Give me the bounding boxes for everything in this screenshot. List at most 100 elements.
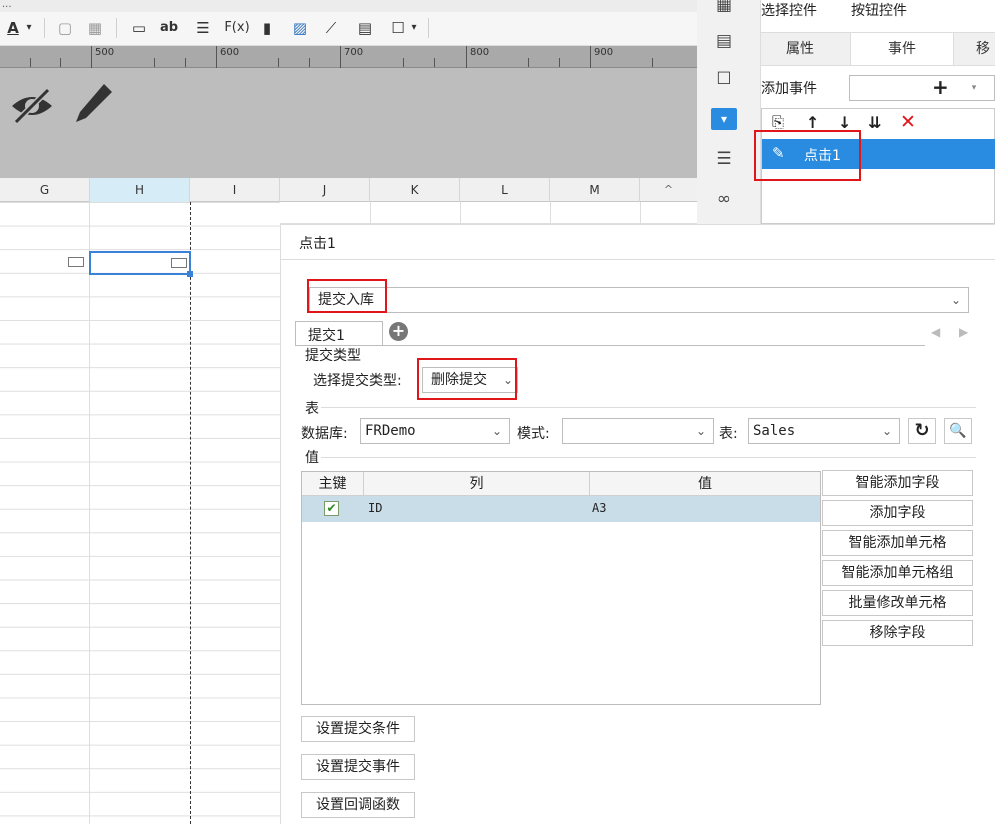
- chevron-down-icon[interactable]: ⌄: [875, 419, 899, 443]
- column-header-g[interactable]: G: [0, 178, 90, 202]
- remove-field-button[interactable]: 移除字段: [822, 620, 973, 646]
- ruler-minor-tick: [154, 58, 155, 67]
- table-row[interactable]: ✔ ID A3: [302, 496, 820, 522]
- tab-prev-icon[interactable]: ◀: [931, 325, 940, 339]
- ruler-minor-tick: [309, 58, 310, 67]
- column-header-h[interactable]: H: [90, 178, 190, 202]
- preview-icon[interactable]: 🔍: [944, 418, 972, 444]
- tab-submit-1[interactable]: 提交1: [295, 321, 383, 345]
- column-header-j[interactable]: J: [280, 178, 370, 202]
- slash-icon[interactable]: ⟋: [320, 17, 342, 39]
- fill-handle[interactable]: [187, 271, 193, 277]
- ruler-label: 900: [594, 47, 614, 58]
- button-widget-icon[interactable]: [68, 257, 84, 267]
- action-type-select[interactable]: 提交入库 ⌄: [309, 287, 969, 313]
- text-field-icon[interactable]: ▭: [126, 17, 152, 39]
- toolbar-separator: [116, 18, 117, 38]
- list-icon[interactable]: ☰: [711, 148, 737, 170]
- delete-icon[interactable]: ✕: [900, 111, 916, 133]
- chart-icon[interactable]: ▮: [256, 17, 278, 39]
- border-icon[interactable]: ☐: [386, 17, 410, 39]
- spreadsheet-grid[interactable]: [0, 202, 280, 824]
- ruler-minor-tick: [185, 58, 186, 67]
- ruler-minor-tick: [434, 58, 435, 67]
- ruler-major-tick: [466, 46, 467, 68]
- grid-line: [370, 202, 371, 224]
- format-toolbar: ... A ▾ ▢ ▦ ▭ ab ☰ F(x) ▮ ▨ ⟋ ▤ ☐ ▾: [0, 0, 697, 46]
- split-cells-icon[interactable]: ▦: [84, 17, 106, 39]
- table-icon[interactable]: ▦: [711, 0, 737, 16]
- set-callback-button[interactable]: 设置回调函数: [301, 792, 415, 818]
- font-color-button[interactable]: A: [2, 17, 24, 39]
- batch-edit-cells-button[interactable]: 批量修改单元格: [822, 590, 973, 616]
- ruler: 500 600 700 800 900: [0, 46, 697, 68]
- add-event-button[interactable]: +: [932, 76, 949, 98]
- highlight-box: [754, 130, 861, 181]
- button-widget-icon[interactable]: [171, 258, 187, 268]
- font-color-dropdown-icon[interactable]: ▾: [22, 17, 36, 39]
- frame-icon[interactable]: ☐: [711, 68, 737, 90]
- add-event-dropdown[interactable]: + ▾: [849, 75, 995, 101]
- ruler-label: 700: [344, 47, 364, 58]
- column-header-m[interactable]: M: [550, 178, 640, 202]
- hyperlink-icon[interactable]: ∞: [711, 188, 737, 210]
- pencil-icon[interactable]: [74, 82, 114, 126]
- select-widget-value[interactable]: 按钮控件: [851, 0, 907, 20]
- chevron-down-icon[interactable]: ▾: [962, 76, 986, 100]
- ruler-minor-tick: [30, 58, 31, 67]
- grid-line: [640, 202, 641, 224]
- column-header-l[interactable]: L: [460, 178, 550, 202]
- tab-underline: [295, 345, 925, 346]
- grid-line: [460, 202, 461, 224]
- table-label: 表:: [719, 426, 738, 442]
- merge-cells-icon[interactable]: ▢: [54, 17, 76, 39]
- tab-events[interactable]: 事件: [850, 33, 954, 65]
- row-value: A3: [592, 501, 607, 515]
- tab-attributes[interactable]: 属性: [761, 33, 839, 65]
- submit-type-section-label: 提交类型: [305, 348, 361, 364]
- smart-add-cell-button[interactable]: 智能添加单元格: [822, 530, 973, 556]
- database-select[interactable]: FRDemo ⌄: [360, 418, 510, 444]
- widget-settings-icon[interactable]: ▾: [711, 108, 737, 130]
- ruler-minor-tick: [559, 58, 560, 67]
- schema-select[interactable]: ⌄: [562, 418, 714, 444]
- tab-next-icon[interactable]: ▶: [959, 325, 968, 339]
- subreport-icon[interactable]: ▤: [354, 17, 376, 39]
- copy-icon[interactable]: ⎘: [772, 113, 784, 131]
- ruler-major-tick: [590, 46, 591, 68]
- header-value: 值: [590, 472, 820, 496]
- toolbar-separator: [44, 18, 45, 38]
- condition-icon[interactable]: ▤: [711, 30, 737, 52]
- move-bottom-icon[interactable]: ⇊: [868, 113, 881, 132]
- tab-move[interactable]: 移: [971, 33, 995, 65]
- chevron-down-icon[interactable]: ⌄: [689, 419, 713, 443]
- grid-line: [89, 202, 90, 824]
- chevron-down-icon[interactable]: ⌄: [944, 288, 968, 312]
- smart-add-cell-group-button[interactable]: 智能添加单元格组: [822, 560, 973, 586]
- smart-add-field-button[interactable]: 智能添加字段: [822, 470, 973, 496]
- set-submit-event-button[interactable]: 设置提交事件: [301, 754, 415, 780]
- selected-cell[interactable]: [89, 251, 193, 277]
- ruler-minor-tick: [652, 58, 653, 67]
- add-tab-icon[interactable]: +: [389, 322, 408, 341]
- ruler-minor-tick: [60, 58, 61, 67]
- field-table: 主键 列 值 ✔ ID A3: [301, 471, 821, 705]
- eye-slash-icon[interactable]: [8, 86, 58, 126]
- add-field-button[interactable]: 添加字段: [822, 500, 973, 526]
- refresh-icon[interactable]: ↻: [908, 418, 936, 444]
- border-dropdown-icon[interactable]: ▾: [408, 17, 420, 39]
- column-header-k[interactable]: K: [370, 178, 460, 202]
- text-widget-icon[interactable]: ab: [156, 17, 182, 39]
- primary-key-checkbox[interactable]: ✔: [324, 501, 339, 516]
- column-header-i[interactable]: I: [190, 178, 280, 202]
- set-submit-condition-button[interactable]: 设置提交条件: [301, 716, 415, 742]
- highlight-box: [417, 358, 517, 400]
- panel-tabs: 属性 事件 移: [761, 32, 995, 66]
- scroll-up-icon[interactable]: ^: [640, 178, 697, 202]
- formula-icon[interactable]: F(x): [222, 17, 252, 39]
- chevron-down-icon[interactable]: ⌄: [485, 419, 509, 443]
- paragraph-icon[interactable]: ☰: [192, 17, 214, 39]
- image-icon[interactable]: ▨: [288, 17, 312, 39]
- event-edit-dialog: 点击1 提交入库 ⌄ 提交1 + ◀ ▶ 提交类型 选择提交类型: 删除提交 ⌄…: [280, 224, 995, 824]
- table-select[interactable]: Sales ⌄: [748, 418, 900, 444]
